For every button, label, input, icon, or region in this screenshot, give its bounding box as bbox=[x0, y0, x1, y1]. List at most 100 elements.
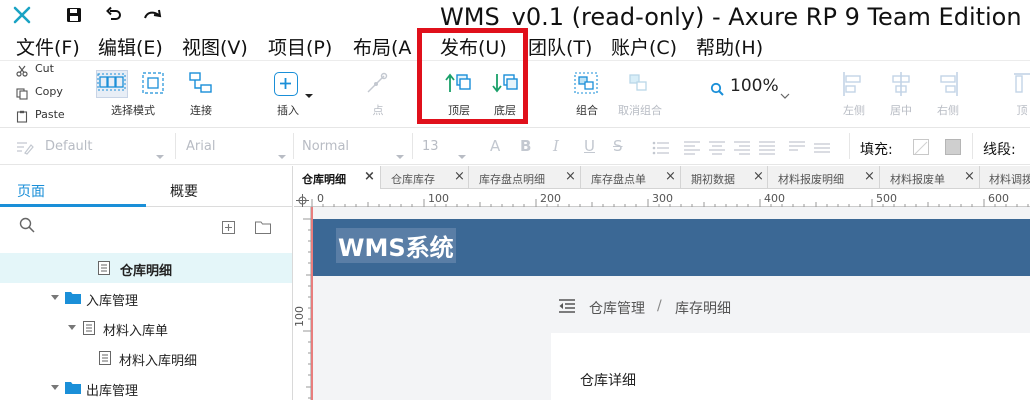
align-top-label: 顶 bbox=[1016, 104, 1028, 117]
close-icon[interactable]: × bbox=[454, 169, 465, 184]
strikethrough-icon: S bbox=[613, 137, 623, 155]
divider bbox=[293, 133, 294, 159]
search-icon[interactable] bbox=[19, 217, 35, 237]
valign-middle-icon bbox=[813, 140, 831, 159]
cut-button[interactable]: Cut bbox=[35, 62, 54, 75]
folder-icon bbox=[65, 382, 81, 394]
tab-material-transfer[interactable]: 材料调拨 bbox=[980, 166, 1030, 189]
group-label: 组合 bbox=[576, 104, 598, 117]
zoom-dropdown-icon[interactable] bbox=[780, 84, 790, 103]
paste-button[interactable]: Paste bbox=[35, 108, 65, 121]
menu-help[interactable]: 帮助(H) bbox=[696, 33, 763, 60]
zoom-level[interactable]: 100% bbox=[730, 76, 779, 96]
valign-top-icon bbox=[788, 140, 806, 159]
breadcrumb-current: 库存明细 bbox=[675, 301, 731, 317]
tab-warehouse-stock[interactable]: 仓库库存 × bbox=[381, 166, 469, 189]
close-icon[interactable]: × bbox=[964, 169, 975, 184]
menu-fold-icon[interactable] bbox=[558, 298, 576, 318]
tree-item[interactable]: 出库管理 bbox=[0, 373, 292, 400]
tree-item-label: 出库管理 bbox=[86, 384, 139, 399]
expand-arrow-icon[interactable] bbox=[51, 295, 59, 301]
connect-label: 连接 bbox=[190, 104, 212, 117]
close-icon[interactable]: × bbox=[864, 169, 875, 184]
menu-project[interactable]: 项目(P) bbox=[268, 33, 332, 60]
divider bbox=[849, 133, 850, 159]
font-select[interactable]: Arial bbox=[186, 139, 215, 154]
align-center-label: 居中 bbox=[890, 104, 912, 117]
font-size-select[interactable]: 13 bbox=[422, 139, 439, 154]
system-title[interactable]: WMS系统 bbox=[336, 228, 456, 263]
close-icon[interactable]: × bbox=[565, 169, 576, 184]
connect-icon[interactable] bbox=[188, 70, 214, 98]
style-select[interactable]: Default bbox=[45, 139, 93, 154]
add-folder-icon[interactable] bbox=[255, 219, 271, 238]
tab-pages[interactable]: 页面 bbox=[17, 181, 45, 201]
align-text-left-icon bbox=[683, 140, 701, 159]
menu-layout[interactable]: 布局(A bbox=[353, 33, 411, 60]
page-icon bbox=[83, 321, 95, 335]
align-right-label: 右侧 bbox=[937, 104, 959, 117]
align-center-icon bbox=[888, 70, 914, 102]
justify-icon bbox=[758, 140, 776, 159]
menu-file[interactable]: 文件(F) bbox=[16, 33, 80, 60]
font-weight-select[interactable]: Normal bbox=[302, 139, 349, 154]
divider bbox=[412, 133, 413, 159]
tab-stock-count-detail[interactable]: 库存盘点明细 × bbox=[469, 166, 581, 189]
undo-icon[interactable] bbox=[102, 3, 126, 27]
copy-button[interactable]: Copy bbox=[35, 85, 63, 98]
ungroup-label: 取消组合 bbox=[618, 104, 662, 117]
bullet-list-icon bbox=[652, 140, 670, 159]
align-left-icon bbox=[840, 70, 866, 102]
breadcrumb-item[interactable]: 仓库管理 bbox=[589, 298, 645, 318]
tab-material-scrap-sheet[interactable]: 材料报废单 × bbox=[880, 166, 980, 189]
highlight-box bbox=[417, 28, 528, 124]
align-top-icon bbox=[1012, 70, 1030, 102]
bold-icon: B bbox=[520, 137, 532, 155]
font-color-icon: A bbox=[490, 137, 501, 155]
select-intersect-button[interactable] bbox=[96, 70, 128, 98]
menu-edit[interactable]: 编辑(E) bbox=[98, 33, 163, 60]
tab-outline[interactable]: 概要 bbox=[170, 181, 198, 201]
redo-icon[interactable] bbox=[141, 3, 165, 27]
tab-stock-count-sheet[interactable]: 库存盘点单 × bbox=[581, 166, 681, 189]
size-dropdown-icon[interactable] bbox=[458, 145, 466, 164]
divider bbox=[175, 133, 176, 159]
menu-view[interactable]: 视图(V) bbox=[182, 33, 248, 60]
tree-item[interactable]: 入库管理 bbox=[0, 283, 292, 313]
insert-button[interactable] bbox=[274, 72, 298, 96]
menu-account[interactable]: 账户(C) bbox=[611, 33, 677, 60]
style-dropdown-icon[interactable] bbox=[156, 145, 164, 164]
menu-team[interactable]: 团队(T) bbox=[528, 33, 592, 60]
tree-item[interactable]: 材料入库明细 bbox=[0, 343, 292, 373]
fill-color-swatch[interactable] bbox=[913, 139, 929, 155]
group-icon[interactable] bbox=[572, 70, 600, 98]
tree-item[interactable]: 仓库明细 bbox=[0, 253, 292, 283]
font-dropdown-icon[interactable] bbox=[278, 145, 286, 164]
insert-dropdown-icon[interactable] bbox=[304, 84, 314, 103]
tree-item-label: 材料入库明细 bbox=[119, 354, 198, 369]
close-icon[interactable]: × bbox=[364, 169, 375, 184]
close-icon[interactable]: × bbox=[665, 169, 676, 184]
tab-material-scrap-detail[interactable]: 材料报废明细 × bbox=[768, 166, 880, 189]
zoom-icon bbox=[710, 81, 724, 100]
page-icon bbox=[99, 351, 111, 365]
close-icon[interactable]: × bbox=[753, 169, 764, 184]
select-mode-label: 选择模式 bbox=[111, 104, 155, 117]
tab-initial-data[interactable]: 期初数据 × bbox=[681, 166, 768, 189]
add-page-icon[interactable] bbox=[222, 219, 235, 238]
point-icon bbox=[364, 70, 390, 98]
underline-icon: U bbox=[584, 137, 595, 155]
expand-arrow-icon[interactable] bbox=[51, 385, 59, 391]
weight-dropdown-icon[interactable] bbox=[396, 145, 404, 164]
window-title: WMS_v0.1 (read-only) - Axure RP 9 Team E… bbox=[440, 3, 1030, 31]
tab-warehouse-detail[interactable]: 仓库明细 × bbox=[294, 166, 381, 189]
select-contain-button[interactable] bbox=[140, 70, 166, 98]
fill-shadow-swatch[interactable] bbox=[945, 139, 961, 155]
ungroup-icon bbox=[624, 70, 652, 98]
paste-icon bbox=[16, 108, 28, 127]
point-label: 点 bbox=[372, 104, 384, 117]
tree-item[interactable]: 材料入库单 bbox=[0, 313, 292, 343]
tree-item-label: 入库管理 bbox=[86, 294, 139, 309]
save-icon[interactable] bbox=[62, 3, 86, 27]
expand-arrow-icon[interactable] bbox=[68, 325, 76, 331]
